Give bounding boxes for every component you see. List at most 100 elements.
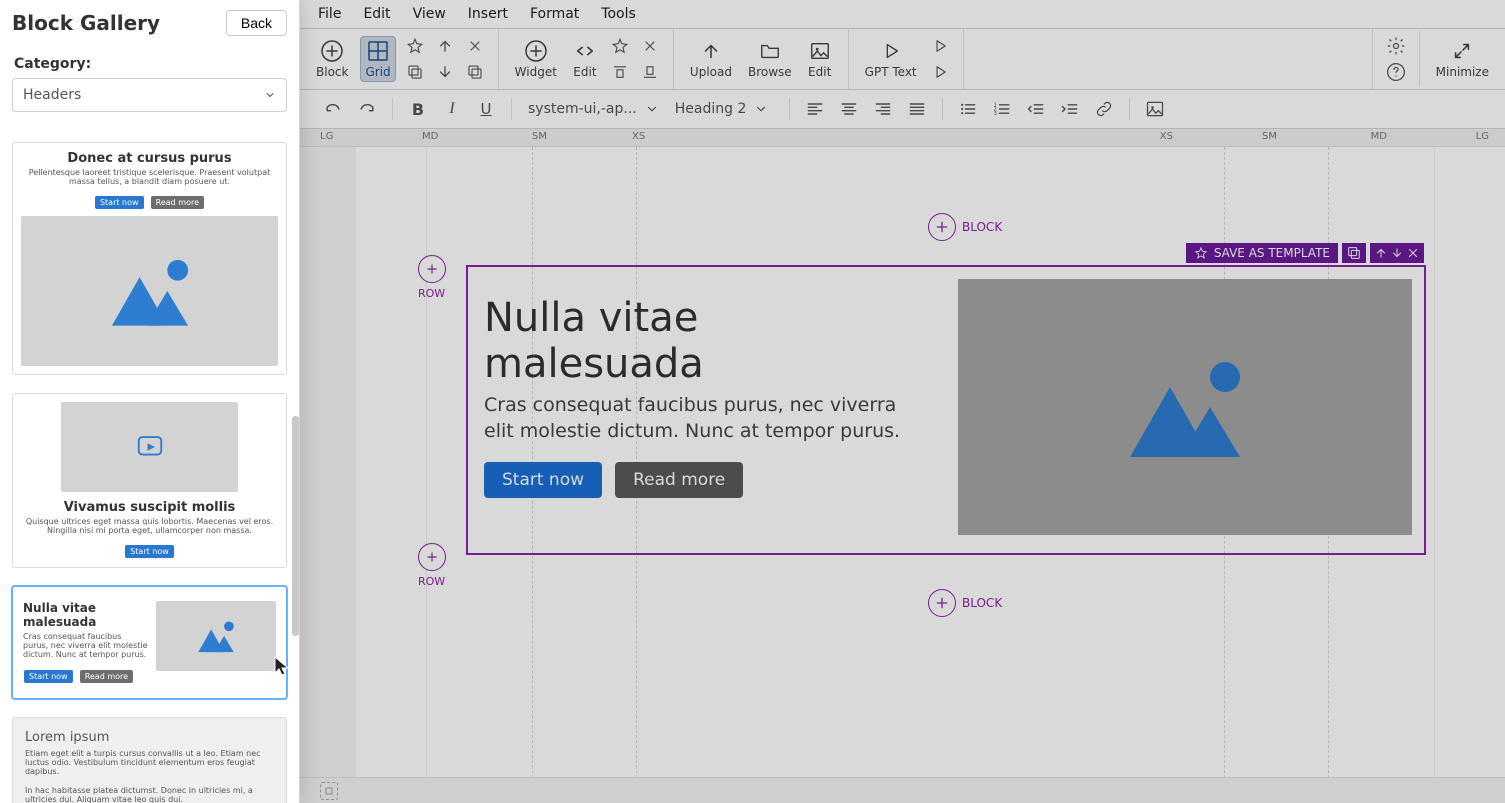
underline-button[interactable]: U xyxy=(471,94,501,124)
menu-insert[interactable]: Insert xyxy=(468,6,508,22)
tool-grid[interactable]: Grid xyxy=(360,36,395,82)
thumb-sub: Etiam eget elit a turpis cursus convalli… xyxy=(25,749,274,776)
gallery-title: Block Gallery xyxy=(12,11,160,35)
tool-move-down[interactable] xyxy=(434,61,456,83)
link-button[interactable] xyxy=(1089,94,1119,124)
indent-button[interactable] xyxy=(1055,94,1085,124)
chevron-down-icon xyxy=(754,102,768,116)
back-button[interactable]: Back xyxy=(226,10,287,36)
hero-heading[interactable]: Nulla vitae malesuada xyxy=(484,295,926,387)
menu-file[interactable]: File xyxy=(318,6,341,22)
tool-block[interactable]: Block xyxy=(312,37,352,81)
text-style-select[interactable]: Heading 2 xyxy=(669,101,779,117)
ol-icon xyxy=(992,99,1012,119)
tool-help[interactable] xyxy=(1385,61,1407,83)
canvas[interactable]: BLOCK ROW ROW SAVE AS TEMPLATE xyxy=(356,147,1505,803)
tool-edit-widget[interactable]: Edit xyxy=(569,37,601,81)
gallery-thumb-1[interactable]: Donec at cursus purus Pellentesque laore… xyxy=(12,142,287,375)
add-block-top[interactable]: BLOCK xyxy=(928,213,1002,241)
italic-button[interactable]: I xyxy=(437,94,467,124)
font-family-select[interactable]: system-ui,-ap... xyxy=(522,101,665,117)
insert-image-button[interactable] xyxy=(1140,94,1170,124)
add-row-bottom[interactable] xyxy=(418,543,446,571)
hero-primary-button[interactable]: Start now xyxy=(484,462,602,498)
tool-edit-image[interactable]: Edit xyxy=(804,37,836,81)
block-cell-left[interactable]: Nulla vitae malesuada Cras consequat fau… xyxy=(468,267,946,553)
hero-secondary-button[interactable]: Read more xyxy=(615,462,743,498)
block-gallery-panel: Block Gallery Back Category: Headers Don… xyxy=(0,0,300,803)
selected-block[interactable]: SAVE AS TEMPLATE Nulla vitae malesuada C… xyxy=(466,265,1426,555)
tool-template[interactable] xyxy=(404,61,426,83)
redo-icon xyxy=(357,99,377,119)
tool-duplicate[interactable] xyxy=(464,61,486,83)
tool-gpt-opt2[interactable] xyxy=(929,61,951,83)
hero-image-placeholder[interactable] xyxy=(958,279,1412,535)
olist-button[interactable] xyxy=(987,94,1017,124)
tool-widget[interactable]: Widget xyxy=(511,37,561,81)
tool-minimize[interactable]: Minimize xyxy=(1432,37,1493,81)
tool-upload[interactable]: Upload xyxy=(686,37,736,81)
bp-tag: XS xyxy=(1160,131,1173,142)
block-cell-right[interactable] xyxy=(946,267,1424,553)
tool-browse[interactable]: Browse xyxy=(744,37,796,81)
image-icon xyxy=(1145,99,1165,119)
close-icon xyxy=(1406,246,1420,260)
tool-delete[interactable] xyxy=(464,35,486,57)
tool-gpt[interactable]: GPT Text xyxy=(861,37,921,81)
align-left-button[interactable] xyxy=(800,94,830,124)
video-play-icon xyxy=(135,432,165,462)
scrollbar-thumb[interactable] xyxy=(292,416,299,636)
bp-tag: MD xyxy=(422,131,438,142)
thumb-sub: Pellentesque laoreet tristique scelerisq… xyxy=(21,168,278,186)
gallery-thumb-2[interactable]: Vivamus suscipit mollis Quisque ultrices… xyxy=(12,393,287,568)
gallery-thumb-3[interactable]: Nulla vitae malesuada Cras consequat fau… xyxy=(12,586,287,699)
thumb-title: Vivamus suscipit mollis xyxy=(21,500,278,515)
row-label: ROW xyxy=(418,575,445,588)
menu-format[interactable]: Format xyxy=(530,6,579,22)
margin-guide-icon[interactable] xyxy=(320,782,338,800)
thumb-sub: Quisque ultrices eget massa quis loborti… xyxy=(21,517,278,535)
category-select[interactable]: Headers xyxy=(12,78,287,112)
add-row-top[interactable] xyxy=(418,255,446,283)
align-justify-button[interactable] xyxy=(902,94,932,124)
plus-circle-icon xyxy=(320,39,344,63)
tool-star[interactable] xyxy=(404,35,426,57)
arrow-down-icon xyxy=(1390,246,1404,260)
menu-edit[interactable]: Edit xyxy=(363,6,390,22)
bold-button[interactable]: B xyxy=(403,94,433,124)
bp-tag: SM xyxy=(1262,131,1277,142)
arrow-up-icon xyxy=(436,37,454,55)
tool-widget-del[interactable] xyxy=(639,35,661,57)
category-label: Category: xyxy=(14,56,285,72)
save-template-button[interactable]: SAVE AS TEMPLATE xyxy=(1186,243,1338,263)
align-left-icon xyxy=(805,99,825,119)
block-move[interactable] xyxy=(1370,243,1424,263)
align-center-button[interactable] xyxy=(834,94,864,124)
tool-move-up[interactable] xyxy=(434,35,456,57)
ulist-button[interactable] xyxy=(953,94,983,124)
plus-icon xyxy=(425,550,439,564)
align-justify-icon xyxy=(907,99,927,119)
undo-button[interactable] xyxy=(318,94,348,124)
align-right-icon xyxy=(873,99,893,119)
gallery-thumb-4[interactable]: Lorem ipsum Etiam eget elit a turpis cur… xyxy=(12,717,287,803)
hero-paragraph[interactable]: Cras consequat faucibus purus, nec viver… xyxy=(484,393,926,444)
tool-widget-align-bottom[interactable] xyxy=(639,61,661,83)
bp-tag: LG xyxy=(1476,131,1489,142)
redo-button[interactable] xyxy=(352,94,382,124)
tool-gpt-opt1[interactable] xyxy=(929,35,951,57)
plus-icon xyxy=(934,595,950,611)
menu-tools[interactable]: Tools xyxy=(601,6,636,22)
add-block-bottom[interactable]: BLOCK xyxy=(928,589,1002,617)
thumb-title: Lorem ipsum xyxy=(25,730,274,745)
tool-widget-align-top[interactable] xyxy=(609,61,631,83)
close-icon xyxy=(642,38,658,54)
tool-widget-star[interactable] xyxy=(609,35,631,57)
duplicate-icon xyxy=(1346,245,1362,261)
menu-view[interactable]: View xyxy=(413,6,446,22)
tool-settings[interactable] xyxy=(1385,35,1407,57)
thumb-sub: Cras consequat faucibus purus, nec viver… xyxy=(23,632,148,659)
align-right-button[interactable] xyxy=(868,94,898,124)
outdent-button[interactable] xyxy=(1021,94,1051,124)
block-duplicate[interactable] xyxy=(1342,243,1366,263)
